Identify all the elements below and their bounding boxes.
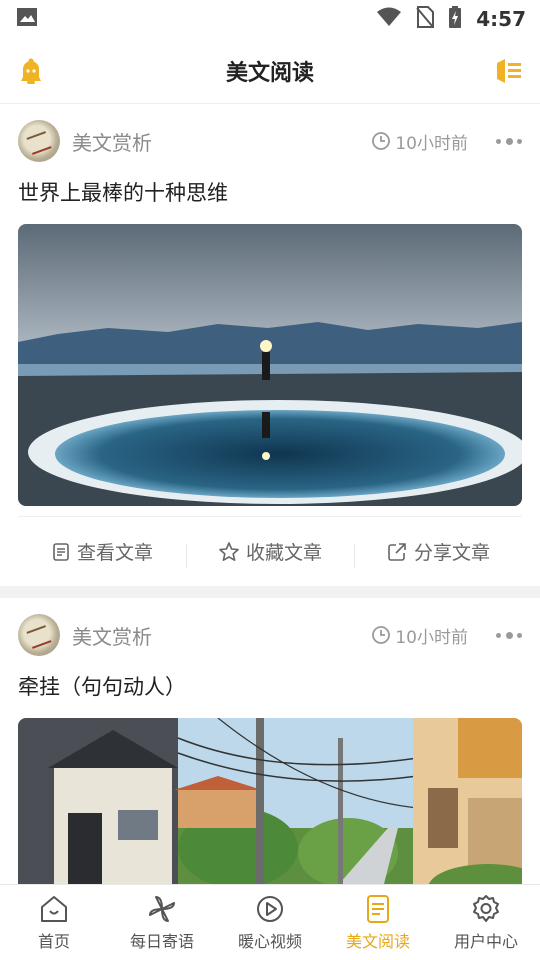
alarm-bell-icon — [21, 58, 41, 84]
post-time: 10小时前 — [371, 623, 468, 648]
article-image[interactable] — [18, 718, 522, 884]
share-article-button[interactable]: 分享文章 — [354, 538, 522, 568]
tab-home-label: 首页 — [37, 931, 70, 951]
time-text: 10小时前 — [395, 133, 468, 154]
article-actions: 查看文章 收藏文章 分享文章 — [18, 516, 522, 586]
tab-article-reading-label: 美文阅读 — [345, 931, 410, 951]
alarm-bell-button[interactable] — [14, 54, 48, 88]
document-icon — [367, 894, 389, 923]
article-image[interactable] — [18, 224, 522, 506]
article-card[interactable]: 美文赏析 10小时前 牵挂（句句动人） — [0, 598, 540, 884]
time-text: 10小时前 — [395, 627, 468, 648]
clock-time: 4:57 — [476, 7, 526, 31]
more-options-button[interactable] — [496, 630, 522, 640]
post-time: 10小时前 — [371, 129, 468, 154]
tab-daily-message-label: 每日寄语 — [129, 931, 194, 951]
article-feed[interactable]: 美文赏析 10小时前 世界上最棒的十种思维 查看文章 收藏文章 分享文章 美文赏… — [0, 104, 540, 884]
bottom-tab-bar: 首页 每日寄语 暖心视频 美文阅读 用户中心 — [0, 884, 540, 960]
view-article-label: 查看文章 — [76, 542, 153, 564]
share-icon — [388, 542, 406, 561]
clock-icon — [372, 132, 391, 150]
tab-warm-video-label: 暖心视频 — [237, 931, 302, 951]
gallery-notification-icon — [16, 7, 38, 31]
home-icon — [41, 895, 67, 922]
article-title[interactable]: 世界上最棒的十种思维 — [18, 178, 522, 224]
play-circle-icon — [257, 895, 283, 922]
favorite-article-button[interactable]: 收藏文章 — [186, 538, 354, 568]
avatar[interactable] — [18, 120, 60, 162]
tab-user-center[interactable]: 用户中心 — [432, 885, 540, 960]
view-article-button[interactable]: 查看文章 — [18, 538, 186, 565]
share-article-label: 分享文章 — [413, 542, 490, 564]
source-name: 美文赏析 — [72, 130, 152, 155]
tab-user-center-label: 用户中心 — [453, 931, 518, 951]
list-filter-button[interactable] — [492, 54, 526, 88]
document-icon — [53, 542, 69, 561]
tab-article-reading[interactable]: 美文阅读 — [324, 885, 432, 960]
avatar[interactable] — [18, 614, 60, 656]
page-title: 美文阅读 — [225, 60, 314, 86]
pinwheel-icon — [149, 895, 175, 922]
status-bar: 4:57 — [0, 0, 540, 38]
tab-warm-video[interactable]: 暖心视频 — [216, 885, 324, 960]
article-title[interactable]: 牵挂（句句动人） — [18, 672, 522, 718]
star-icon — [219, 541, 239, 561]
settings-icon — [473, 894, 499, 922]
tab-home[interactable]: 首页 — [0, 885, 108, 960]
card-header: 美文赏析 10小时前 — [18, 104, 522, 178]
source-name: 美文赏析 — [72, 624, 152, 649]
tab-daily-message[interactable]: 每日寄语 — [108, 885, 216, 960]
card-header: 美文赏析 10小时前 — [18, 598, 522, 672]
favorite-article-label: 收藏文章 — [245, 542, 322, 564]
wifi-icon — [376, 7, 402, 32]
article-card[interactable]: 美文赏析 10小时前 世界上最棒的十种思维 查看文章 收藏文章 分享文章 — [0, 104, 540, 586]
more-options-button[interactable] — [496, 136, 522, 146]
clock-icon — [372, 626, 391, 644]
app-header: 美文阅读 — [0, 38, 540, 104]
no-sim-icon — [416, 5, 435, 33]
list-filter-icon — [497, 59, 521, 83]
battery-charging-icon — [448, 5, 462, 33]
